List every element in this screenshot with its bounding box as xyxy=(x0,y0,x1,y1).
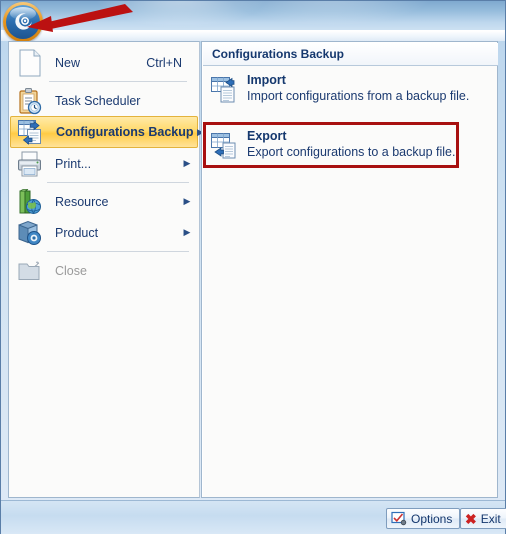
title-bar-sheen xyxy=(1,30,505,41)
import-table-arrow-icon xyxy=(205,71,245,105)
exit-button[interactable]: ✖ Exit xyxy=(460,508,506,529)
panel-item-text: Export Export configurations to a backup… xyxy=(245,127,493,161)
menu-item-task-scheduler[interactable]: Task Scheduler xyxy=(10,85,198,116)
close-folder-icon xyxy=(14,257,46,285)
panel-item-export[interactable]: Export Export configurations to a backup… xyxy=(205,124,493,168)
application-window: New Ctrl+N Task Scheduler Configurations… xyxy=(0,0,506,534)
configurations-backup-panel: Configurations Backup Import Import conf… xyxy=(201,41,498,498)
panel-item-title: Export xyxy=(247,129,287,143)
panel-item-description: Import configurations from a backup file… xyxy=(247,89,470,103)
product-box-icon xyxy=(14,219,46,247)
exit-button-label: Exit xyxy=(480,511,501,526)
footer-bar: Options ✖ Exit xyxy=(1,500,506,534)
application-menu-panel: New Ctrl+N Task Scheduler Configurations… xyxy=(8,41,204,498)
menu-item-product[interactable]: Product ▶ xyxy=(10,217,198,248)
menu-item-resource[interactable]: Resource ▶ xyxy=(10,186,198,217)
menu-item-shortcut: Ctrl+N xyxy=(146,55,182,70)
panel-item-description: Export configurations to a backup file. xyxy=(247,145,456,159)
chevron-right-icon: ▶ xyxy=(183,158,191,168)
task-scheduler-clipboard-clock-icon xyxy=(14,87,46,115)
application-orb-button[interactable] xyxy=(3,2,43,42)
menu-separator xyxy=(49,81,187,82)
panel-item-title: Import xyxy=(247,73,286,87)
panel-item-import[interactable]: Import Import configurations from a back… xyxy=(205,68,493,112)
menu-item-new[interactable]: New Ctrl+N xyxy=(10,47,198,78)
options-button-label: Options xyxy=(411,511,453,526)
export-table-arrow-icon xyxy=(205,127,245,161)
menu-item-label: Task Scheduler xyxy=(55,93,141,108)
menu-list: New Ctrl+N Task Scheduler Configurations… xyxy=(9,42,204,286)
menu-separator xyxy=(47,182,189,183)
menu-item-label: Close xyxy=(55,263,87,278)
menu-item-label: Configurations Backup xyxy=(56,125,194,139)
menu-separator xyxy=(47,251,189,252)
chevron-right-icon: ▶ xyxy=(183,227,191,237)
panel-item-text: Import Import configurations from a back… xyxy=(245,71,493,105)
options-checkbox-icon xyxy=(391,511,407,526)
options-button[interactable]: Options xyxy=(386,508,461,529)
menu-item-configurations-backup[interactable]: Configurations Backup ▶ xyxy=(10,116,204,148)
close-x-icon: ✖ xyxy=(465,510,477,527)
books-globe-icon xyxy=(14,188,46,216)
menu-item-label: Resource xyxy=(55,194,109,209)
chevron-right-icon: ▶ xyxy=(183,196,191,206)
panel-header-title: Configurations Backup xyxy=(203,43,498,66)
new-document-icon xyxy=(14,49,46,77)
menu-item-close: Close xyxy=(10,255,198,286)
configurations-backup-icon xyxy=(15,118,47,146)
application-orb-inner xyxy=(6,5,40,39)
menu-item-label: Print... xyxy=(55,156,92,171)
printer-icon xyxy=(14,150,46,178)
menu-item-label: Product xyxy=(55,225,99,240)
menu-item-label: New xyxy=(55,55,81,70)
menu-item-print[interactable]: Print... ▶ xyxy=(10,148,198,179)
application-orb-icon xyxy=(15,13,32,30)
